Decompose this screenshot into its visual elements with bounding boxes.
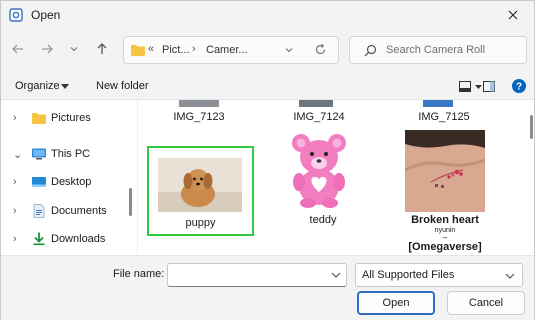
pane-divider[interactable]: [137, 100, 138, 256]
search-icon: [364, 44, 377, 57]
navigation-bar: « Pict... › Camer... Search Camera Roll: [1, 33, 534, 67]
command-bar: Organize New folder ?: [1, 73, 534, 101]
close-button[interactable]: [492, 1, 534, 29]
caret-down-icon[interactable]: [61, 84, 69, 89]
sidebar-item-label: Desktop: [51, 176, 92, 188]
chevron-down-icon: [505, 273, 515, 279]
image-thumbnail[interactable]: [299, 100, 333, 107]
sidebar-item-this-pc[interactable]: ⌄ This PC: [1, 142, 123, 166]
up-button[interactable]: [93, 40, 111, 58]
arrow-right-icon: [42, 44, 53, 54]
sidebar-item-pictures[interactable]: › Pictures: [1, 106, 123, 130]
file-grid: IMG_7123 IMG_7124 IMG_7125 puppy teddy B…: [139, 100, 529, 256]
arrow-left-icon: [12, 44, 23, 54]
chevron-right-icon[interactable]: ›: [13, 233, 17, 245]
chevron-down-icon: [70, 47, 78, 52]
tattoo-thumbnail[interactable]: [405, 130, 485, 212]
chevron-down-icon[interactable]: [331, 272, 341, 278]
organize-button[interactable]: Organize: [15, 80, 60, 92]
file-name-input[interactable]: [167, 263, 347, 287]
sidebar-item-label: Pictures: [51, 112, 91, 124]
back-button[interactable]: [9, 40, 27, 58]
file-name-label: File name:: [113, 268, 165, 280]
file-type-select[interactable]: All Supported Files: [355, 263, 523, 287]
open-button[interactable]: Open: [357, 291, 435, 315]
chevron-right-icon[interactable]: ›: [13, 112, 17, 124]
open-dialog: Open « Pict... › Camer... Search Camera …: [0, 0, 535, 320]
sidebar-item-label: This PC: [51, 148, 91, 160]
chevron-down-icon[interactable]: ⌄: [13, 148, 22, 161]
desktop-icon: [32, 177, 46, 187]
file-label-title[interactable]: Broken heart: [397, 214, 493, 226]
sidebar-item-documents[interactable]: › Documents: [1, 199, 123, 223]
image-thumbnail[interactable]: [423, 100, 453, 107]
caret-down-icon[interactable]: [475, 85, 482, 89]
folder-icon: [32, 113, 46, 124]
cancel-button[interactable]: Cancel: [447, 291, 525, 315]
file-label[interactable]: IMG_7125: [398, 111, 490, 123]
teddy-thumbnail[interactable]: [286, 130, 352, 208]
window-title: Open: [31, 8, 61, 22]
file-label[interactable]: IMG_7123: [153, 111, 245, 123]
new-folder-button[interactable]: New folder: [96, 80, 149, 92]
breadcrumb-camera-roll[interactable]: Camer...: [206, 44, 248, 56]
view-icon[interactable]: [459, 81, 471, 92]
download-icon: [33, 232, 45, 246]
arrow-up-icon: [97, 43, 107, 54]
preview-pane-icon[interactable]: [483, 81, 495, 92]
file-tile-broken-heart[interactable]: Broken heart nyunin – [Omegaverse]: [397, 130, 493, 256]
computer-icon: [32, 148, 46, 160]
refresh-icon[interactable]: [314, 43, 327, 56]
title-bar: Open: [1, 1, 534, 29]
file-tile-teddy[interactable]: teddy: [271, 130, 375, 230]
navigation-scrollbar[interactable]: [129, 188, 132, 216]
puppy-thumbnail[interactable]: [158, 158, 242, 212]
sidebar-item-desktop[interactable]: › Desktop: [1, 170, 123, 194]
recent-locations-button[interactable]: [65, 40, 83, 58]
dialog-footer: File name: All Supported Files Open Canc…: [1, 255, 534, 320]
svg-text:?: ?: [516, 82, 522, 93]
navigation-pane: › Pictures ⌄ This PC › Desktop › Documen…: [1, 100, 123, 256]
file-label[interactable]: IMG_7124: [273, 111, 365, 123]
file-type-value: All Supported Files: [362, 269, 455, 281]
chevron-right-icon[interactable]: ›: [13, 176, 17, 188]
overflow-chevron[interactable]: «: [148, 43, 154, 55]
file-grid-scrollbar[interactable]: [530, 115, 533, 139]
file-label[interactable]: teddy: [271, 214, 375, 226]
address-bar[interactable]: « Pict... › Camer...: [123, 36, 339, 64]
breadcrumb-pictures[interactable]: Pict...: [162, 44, 190, 56]
documents-icon: [33, 204, 45, 218]
file-tile-puppy[interactable]: puppy: [147, 146, 254, 236]
file-label-subtitle[interactable]: [Omegaverse]: [397, 241, 493, 253]
folder-icon: [131, 45, 145, 56]
sidebar-item-label: Downloads: [51, 233, 106, 245]
photos-app-icon: [9, 8, 23, 22]
chevron-down-icon[interactable]: [284, 45, 294, 55]
search-box[interactable]: Search Camera Roll: [349, 36, 527, 64]
sidebar-item-downloads[interactable]: › Downloads: [1, 227, 123, 251]
breadcrumb-separator[interactable]: ›: [192, 43, 196, 55]
image-thumbnail[interactable]: [179, 100, 219, 107]
file-label[interactable]: puppy: [149, 217, 252, 229]
forward-button[interactable]: [38, 40, 56, 58]
help-icon[interactable]: ?: [512, 79, 526, 93]
content-area: › Pictures ⌄ This PC › Desktop › Documen…: [1, 99, 534, 256]
search-placeholder: Search Camera Roll: [386, 44, 486, 56]
close-icon: [508, 10, 518, 20]
sidebar-item-label: Documents: [51, 205, 107, 217]
chevron-right-icon[interactable]: ›: [13, 205, 17, 217]
